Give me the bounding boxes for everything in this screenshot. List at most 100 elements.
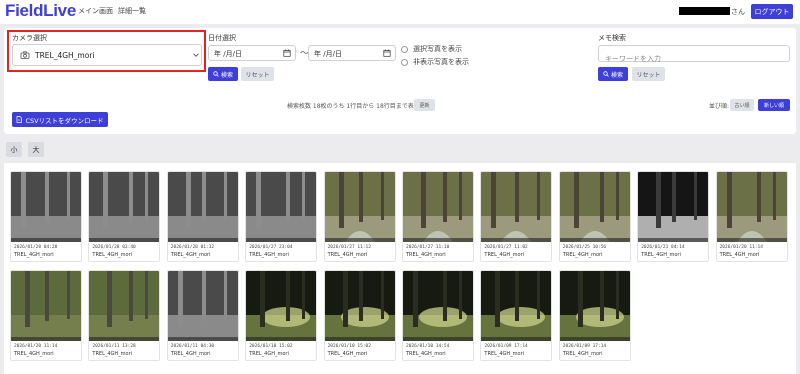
logout-button[interactable]: ログアウト [751, 4, 793, 19]
memo-search-label: メモ検索 [598, 34, 626, 42]
photo-thumbnail[interactable] [638, 172, 709, 242]
photo-timestamp: 2026/01/27 11:12 [327, 245, 371, 250]
photo-card[interactable]: 2026/01/27 11:10 TREL_4GH_mori [402, 171, 474, 262]
photo-camera-name: TREL_4GH_mori [484, 252, 525, 258]
photo-camera-name: TREL_4GH_mori [92, 351, 133, 357]
sort-newest-button[interactable]: 新しい順 [758, 99, 790, 111]
nav-main[interactable]: メイン画面 [78, 6, 113, 16]
photo-thumbnail[interactable] [324, 271, 395, 341]
camera-icon [20, 51, 30, 59]
photo-camera-name: TREL_4GH_mori [641, 252, 681, 258]
photo-timestamp: 2026/01/10 15:02 [327, 344, 371, 349]
photo-timestamp: 2026/01/09 17:14 [562, 344, 607, 349]
show-hidden-checkbox[interactable] [401, 58, 408, 66]
photo-timestamp: 2026/01/09 17:14 [484, 344, 528, 349]
photo-camera-name: TREL_4GH_mori [327, 351, 368, 357]
photo-timestamp: 2026/01/10 15:02 [249, 344, 293, 349]
user-suffix: さん [731, 8, 745, 16]
photo-thumbnail[interactable] [559, 172, 630, 242]
date-search-button[interactable]: 検索 [208, 67, 238, 81]
show-selected-checkbox[interactable] [401, 45, 408, 53]
csv-download-button[interactable]: CSVリストをダウンロード [12, 112, 108, 127]
camera-select[interactable]: TREL_4GH_mori [12, 44, 202, 66]
date-reset-button[interactable]: リセット [241, 67, 274, 81]
photo-thumbnail[interactable] [167, 271, 238, 341]
size-large-button[interactable]: 大 [28, 142, 44, 157]
photo-card[interactable]: 2026/01/28 01:32 TREL_4GH_mori [166, 171, 239, 262]
photo-camera-name: TREL_4GH_mori [406, 351, 446, 357]
refresh-button[interactable]: 更新 [414, 99, 435, 111]
photo-thumbnail[interactable] [324, 172, 395, 242]
show-hidden-label: 非表示写真を表示 [413, 58, 469, 66]
photo-timestamp: 2026/01/20 11:14 [719, 245, 763, 250]
photo-card[interactable]: 2026/01/20 11:14 TREL_4GH_mori [715, 171, 788, 262]
photo-thumbnail[interactable] [89, 271, 160, 341]
photo-thumbnail[interactable] [167, 172, 238, 242]
size-small-button[interactable]: 小 [6, 142, 22, 157]
memo-reset-button[interactable]: リセット [632, 67, 665, 81]
photo-card[interactable]: 2026/01/11 04:30 TREL_4GH_mori [166, 270, 239, 361]
result-count-text: 検索枚数 18枚のうち 1行目から 18行目まで表示 [287, 103, 420, 110]
photo-timestamp: 2026/01/20 11:14 [14, 344, 58, 349]
photo-thumbnail[interactable] [11, 172, 81, 242]
camera-select-value: TREL_4GH_mori [35, 51, 95, 60]
photo-thumbnail[interactable] [481, 172, 552, 242]
show-hidden-option[interactable]: 非表示写真を表示 [401, 57, 469, 67]
photo-card[interactable]: 2026/01/28 04:28 TREL_4GH_mori [10, 171, 82, 262]
photo-card[interactable]: 2026/01/21 04:14 TREL_4GH_mori [637, 171, 710, 262]
file-icon [17, 116, 23, 123]
memo-search-label-text: 検索 [610, 71, 623, 79]
photo-card[interactable]: 2026/01/10 14:54 TREL_4GH_mori [402, 270, 474, 361]
photo-timestamp: 2026/01/28 01:32 [170, 245, 215, 250]
photo-camera-name: TREL_4GH_mori [170, 351, 211, 357]
app-logo[interactable]: FieldLive [5, 1, 76, 21]
photo-thumbnail[interactable] [716, 172, 787, 242]
photo-timestamp: 2026/01/28 03:40 [92, 245, 136, 250]
photo-thumbnail[interactable] [559, 271, 630, 341]
camera-select-label: カメラ選択 [12, 34, 47, 42]
chevron-down-icon [193, 53, 199, 57]
photo-timestamp: 2026/01/10 14:54 [406, 344, 450, 349]
photo-camera-name: TREL_4GH_mori [14, 351, 54, 357]
photo-thumbnail[interactable] [246, 172, 317, 242]
sort-oldest-button[interactable]: 古い順 [730, 99, 754, 111]
photo-thumbnail[interactable] [481, 271, 552, 341]
photo-card[interactable]: 2026/01/25 10:56 TREL_4GH_mori [558, 171, 631, 262]
sort-label: 並び順: [709, 103, 730, 110]
photo-card[interactable]: 2026/01/28 03:40 TREL_4GH_mori [88, 171, 161, 262]
csv-download-label: CSVリストをダウンロード [25, 116, 104, 125]
photo-gallery: 2026/01/28 04:28 TREL_4GH_mori 2026/01/28 … [4, 163, 796, 374]
photo-timestamp: 2026/01/27 23:04 [249, 245, 293, 250]
photo-timestamp: 2026/01/11 13:28 [92, 344, 136, 349]
photo-timestamp: 2026/01/28 04:28 [14, 245, 58, 250]
photo-thumbnail[interactable] [89, 172, 160, 242]
memo-search-field[interactable] [598, 45, 790, 67]
photo-card[interactable]: 2026/01/09 17:14 TREL_4GH_mori [480, 270, 553, 361]
date-to-input[interactable]: 年 /月/日 [308, 45, 396, 61]
photo-card[interactable]: 2026/01/27 11:02 TREL_4GH_mori [480, 171, 553, 262]
photo-card[interactable]: 2026/01/27 23:04 TREL_4GH_mori [245, 171, 318, 262]
photo-card[interactable]: 2026/01/11 13:28 TREL_4GH_mori [88, 270, 161, 361]
show-selected-option[interactable]: 選択写真を表示 [401, 44, 462, 54]
date-search-label: 検索 [220, 71, 233, 79]
date-select-label: 日付選択 [208, 34, 236, 42]
calendar-icon[interactable] [283, 49, 291, 57]
memo-search-button[interactable]: 検索 [598, 67, 628, 81]
photo-thumbnail[interactable] [403, 172, 473, 242]
show-selected-label: 選択写真を表示 [413, 45, 462, 53]
photo-card[interactable]: 2026/01/20 11:14 TREL_4GH_mori [10, 270, 82, 361]
photo-thumbnail[interactable] [403, 271, 473, 341]
date-from-placeholder: 年 /月/日 [214, 50, 242, 58]
photo-camera-name: TREL_4GH_mori [249, 252, 289, 258]
memo-search-input[interactable] [599, 51, 789, 67]
nav-detail-list[interactable]: 詳細一覧 [118, 6, 146, 16]
photo-thumbnail[interactable] [246, 271, 317, 341]
user-name-redacted [679, 7, 730, 15]
photo-card[interactable]: 2026/01/27 11:12 TREL_4GH_mori [323, 171, 396, 262]
photo-card[interactable]: 2026/01/09 17:14 TREL_4GH_mori [558, 270, 631, 361]
date-from-input[interactable]: 年 /月/日 [208, 45, 296, 61]
calendar-icon[interactable] [383, 49, 391, 57]
photo-card[interactable]: 2026/01/10 15:02 TREL_4GH_mori [245, 270, 318, 361]
photo-thumbnail[interactable] [11, 271, 81, 341]
photo-card[interactable]: 2026/01/10 15:02 TREL_4GH_mori [323, 270, 396, 361]
